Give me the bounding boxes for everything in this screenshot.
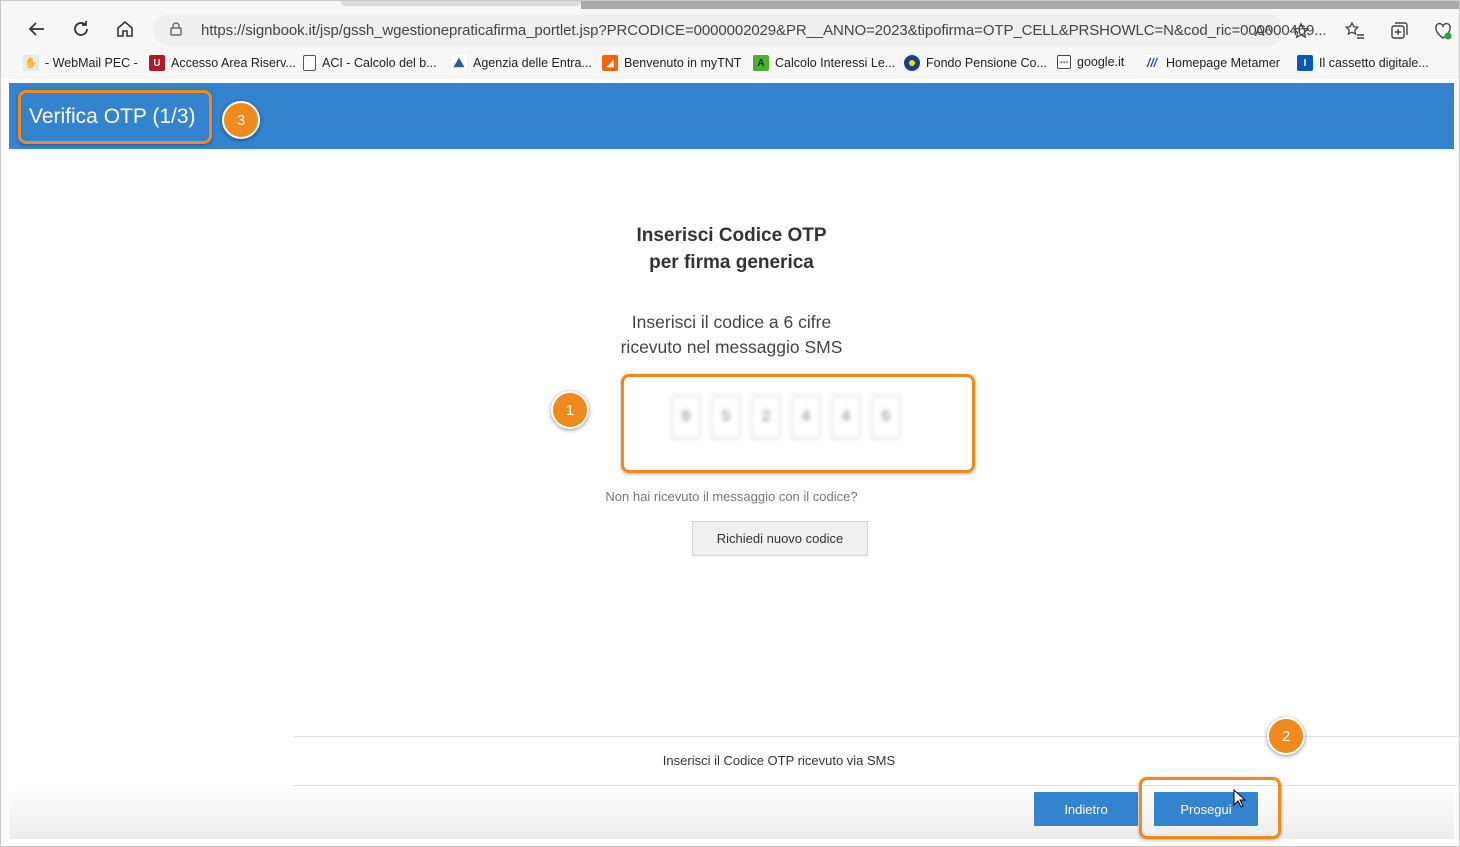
bookmark-webmail-pec[interactable]: ✋ - WebMail PEC - (23, 55, 138, 71)
footer-message: Inserisci il Codice OTP ricevuto via SMS (662, 753, 896, 768)
google-icon: ⋯ (1057, 55, 1071, 69)
title-highlight (18, 90, 212, 144)
tnt-icon: ◢ (602, 55, 618, 71)
address-bar[interactable]: https://signbook.it/jsp/gssh_wgestionepr… (153, 14, 1327, 46)
read-aloud-icon: Aᴬ (1254, 22, 1272, 40)
step-badge-1: 1 (551, 391, 589, 429)
bookmarks-bar: ✋ - WebMail PEC - U Accesso Area Riserv.… (1, 49, 1459, 79)
back-nav-button[interactable]: Indietro (1034, 792, 1138, 826)
mouse-cursor-icon (1233, 789, 1247, 808)
footer-divider (293, 785, 1458, 786)
bookmark-calcolo-interessi[interactable]: A Calcolo Interessi Le... (753, 55, 895, 71)
cassetto-icon: I (1297, 55, 1313, 71)
refresh-icon (74, 21, 88, 36)
favorites-list-icon (1345, 21, 1364, 39)
otp-instruction-line1: Inserisci il codice a 6 cifre (631, 312, 832, 332)
url-text: https://signbook.it/jsp/gssh_wgestionepr… (201, 22, 1327, 39)
collections-icon (1391, 22, 1408, 39)
metamer-icon: /// (1144, 55, 1160, 71)
back-button[interactable] (23, 15, 51, 43)
bookmark-agenzia-entrate[interactable]: ⛰ Agenzia delle Entra... (451, 55, 592, 71)
agenzia-icon: ⛰ (451, 55, 467, 71)
bookmark-metamer[interactable]: /// Homepage Metamer (1144, 55, 1280, 71)
read-aloud-button[interactable]: Aᴬ (1251, 19, 1275, 43)
tab-strip-secondary (581, 1, 1459, 9)
otp-title-line1: Inserisci Codice OTP (636, 225, 827, 246)
bookmark-accesso-area[interactable]: U Accesso Area Riserv... (149, 55, 296, 71)
extension-button[interactable] (1431, 19, 1455, 43)
favorite-star-button[interactable] (1289, 19, 1313, 43)
otp-highlight (621, 374, 975, 473)
lock-icon (170, 22, 182, 36)
home-icon (117, 20, 133, 37)
fondo-icon (904, 55, 920, 71)
request-new-code-button[interactable]: Richiedi nuovo codice (692, 521, 868, 556)
heart-pulse-icon (1435, 22, 1452, 40)
step-badge-2: 2 (1267, 717, 1305, 755)
browser-toolbar: https://signbook.it/jsp/gssh_wgestionepr… (1, 1, 1459, 49)
bookmark-fondo-pensione[interactable]: Fondo Pensione Co... (904, 55, 1047, 71)
favorites-button[interactable] (1343, 19, 1367, 43)
tab-strip (341, 1, 581, 6)
otp-title-line2: per firma generica (649, 252, 814, 273)
bookmark-google[interactable]: ⋯ google.it (1057, 55, 1124, 69)
hand-icon: ✋ (23, 55, 39, 71)
otp-instruction-line2: ricevuto nel messaggio SMS (620, 337, 843, 357)
u-logo-icon: U (149, 55, 165, 71)
bookmark-cassetto-digitale[interactable]: I Il cassetto digitale... (1297, 55, 1429, 71)
bookmark-aci[interactable]: ACI - Calcolo del b... (303, 55, 437, 71)
no-code-hint: Non hai ricevuto il messaggio con il cod… (605, 489, 858, 504)
collections-button[interactable] (1387, 19, 1411, 43)
arrow-left-icon (28, 22, 44, 36)
a-logo-icon: A (753, 55, 769, 71)
refresh-button[interactable] (67, 15, 95, 43)
home-button[interactable] (111, 15, 139, 43)
page-icon (303, 55, 316, 71)
star-icon (1292, 22, 1310, 39)
step-badge-3: 3 (222, 101, 260, 139)
browser-window: https://signbook.it/jsp/gssh_wgestionepr… (0, 0, 1460, 847)
otp-panel: Inserisci Codice OTP per firma generica … (9, 149, 1458, 839)
bookmark-mytnt[interactable]: ◢ Benvenuto in myTNT (602, 55, 741, 71)
continue-highlight (1139, 777, 1281, 839)
